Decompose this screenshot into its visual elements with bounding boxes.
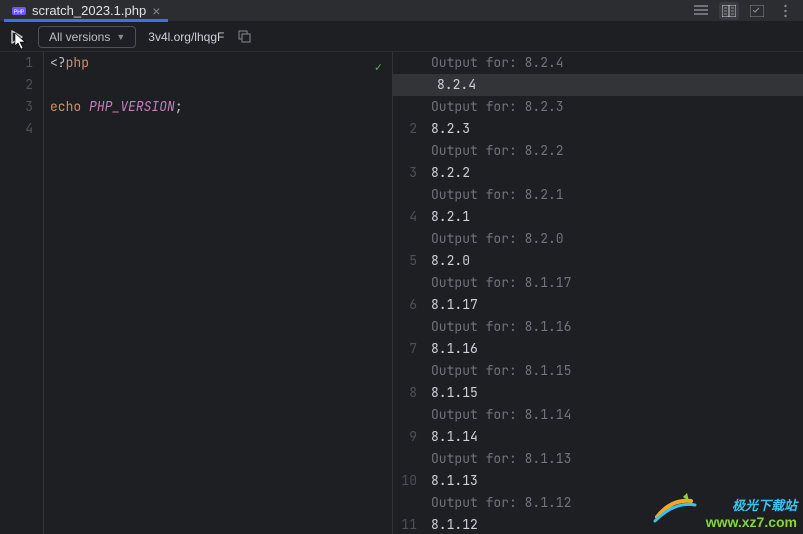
code-line[interactable] xyxy=(50,74,392,96)
output-value[interactable]: 8.2.1 xyxy=(431,206,803,228)
svg-text:PHP: PHP xyxy=(14,9,25,15)
code-line[interactable]: <?php xyxy=(50,52,392,74)
output-label[interactable]: Output for: 8.1.17 xyxy=(431,272,803,294)
output-value[interactable]: 8.1.12 xyxy=(431,514,803,534)
output-gutter-spacer xyxy=(393,228,417,250)
output-label[interactable]: Output for: 8.2.4 xyxy=(431,52,803,74)
code-line[interactable] xyxy=(50,118,392,140)
line-number: 1 xyxy=(0,52,33,74)
checkmark-icon: ✓ xyxy=(375,56,382,78)
code-editor[interactable]: 1234 <?php echo PHP_VERSION; ✓ xyxy=(0,52,392,534)
line-number: 4 xyxy=(0,118,33,140)
run-button[interactable] xyxy=(8,28,26,46)
output-label[interactable]: Output for: 8.1.12 xyxy=(431,492,803,514)
output-label[interactable]: Output for: 8.1.16 xyxy=(431,316,803,338)
split-view-icon[interactable] xyxy=(719,2,739,20)
code-line[interactable]: echo PHP_VERSION; xyxy=(50,96,392,118)
output-label[interactable]: Output for: 8.2.0 xyxy=(431,228,803,250)
output-label[interactable]: Output for: 8.2.2 xyxy=(431,140,803,162)
output-value[interactable]: 8.1.15 xyxy=(431,382,803,404)
output-gutter-spacer xyxy=(393,448,417,470)
output-gutter-spacer xyxy=(393,492,417,514)
output-value[interactable]: 8.2.4 xyxy=(393,74,803,96)
output-gutter-spacer xyxy=(393,272,417,294)
list-view-icon[interactable] xyxy=(691,2,711,20)
output-value[interactable]: 8.2.0 xyxy=(431,250,803,272)
chevron-down-icon: ▼ xyxy=(116,32,125,42)
tab-bar: PHP scratch_2023.1.php × xyxy=(0,0,803,22)
output-gutter-spacer xyxy=(393,360,417,382)
editor-content[interactable]: <?php echo PHP_VERSION; xyxy=(44,52,392,534)
tab-filename: scratch_2023.1.php xyxy=(32,3,146,18)
output-gutter: 1234567891011 xyxy=(393,52,425,534)
version-select-label: All versions xyxy=(49,30,110,44)
output-gutter-spacer xyxy=(393,316,417,338)
share-url: 3v4l.org/lhqgF xyxy=(148,30,224,44)
output-gutter-spacer xyxy=(393,96,417,118)
main-split: 1234 <?phpecho PHP_VERSION; ✓ 1234567891… xyxy=(0,52,803,534)
output-line-number: 8 xyxy=(393,382,417,404)
preview-icon[interactable] xyxy=(747,2,767,20)
editor-gutter: 1234 xyxy=(0,52,44,534)
output-value[interactable]: 8.2.2 xyxy=(431,162,803,184)
line-number: 2 xyxy=(0,74,33,96)
output-gutter-spacer xyxy=(393,52,417,74)
output-line-number: 6 xyxy=(393,294,417,316)
output-line-number: 10 xyxy=(393,470,417,492)
output-gutter-spacer xyxy=(393,184,417,206)
output-label[interactable]: Output for: 8.2.3 xyxy=(431,96,803,118)
output-value[interactable]: 8.1.17 xyxy=(431,294,803,316)
output-line-number: 2 xyxy=(393,118,417,140)
output-gutter-spacer xyxy=(393,404,417,426)
copy-icon[interactable] xyxy=(236,29,252,45)
output-line-number: 7 xyxy=(393,338,417,360)
tab-scratch-file[interactable]: PHP scratch_2023.1.php × xyxy=(4,0,168,21)
output-line-number: 9 xyxy=(393,426,417,448)
output-gutter-spacer xyxy=(393,140,417,162)
output-line-number: 4 xyxy=(393,206,417,228)
output-label[interactable]: Output for: 8.1.14 xyxy=(431,404,803,426)
version-select[interactable]: All versions ▼ xyxy=(38,26,136,48)
php-file-icon: PHP xyxy=(12,4,26,18)
output-panel[interactable]: 1234567891011 Output for: 8.2.48.2.4Outp… xyxy=(392,52,803,534)
close-icon[interactable]: × xyxy=(152,3,160,19)
output-content: Output for: 8.2.48.2.4Output for: 8.2.38… xyxy=(425,52,803,534)
output-value[interactable]: 8.1.14 xyxy=(431,426,803,448)
output-value[interactable]: 8.1.16 xyxy=(431,338,803,360)
output-value[interactable]: 8.2.3 xyxy=(431,118,803,140)
output-label[interactable]: Output for: 8.2.1 xyxy=(431,184,803,206)
output-line-number: 11 xyxy=(393,514,417,534)
toolbar: All versions ▼ 3v4l.org/lhqgF xyxy=(0,22,803,52)
line-number: 3 xyxy=(0,96,33,118)
output-label[interactable]: Output for: 8.1.15 xyxy=(431,360,803,382)
output-line-number: 3 xyxy=(393,162,417,184)
output-label[interactable]: Output for: 8.1.13 xyxy=(431,448,803,470)
tab-bar-actions xyxy=(691,2,795,20)
output-line-number: 5 xyxy=(393,250,417,272)
more-icon[interactable] xyxy=(775,2,795,20)
output-value[interactable]: 8.1.13 xyxy=(431,470,803,492)
